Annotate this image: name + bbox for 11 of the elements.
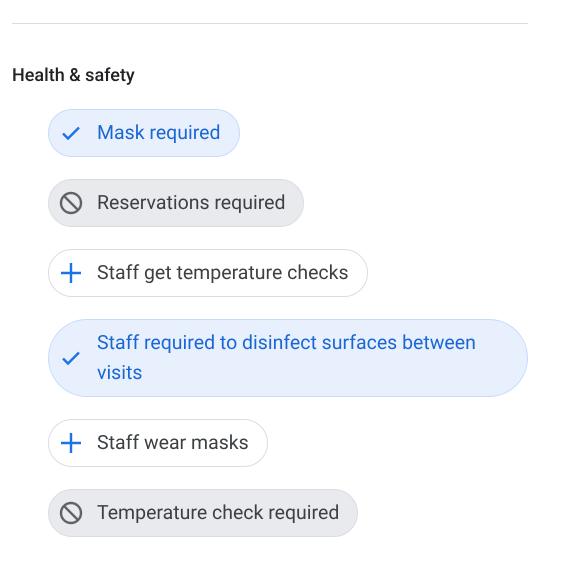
- attribute-chip[interactable]: Staff get temperature checks: [48, 249, 368, 297]
- attribute-chip[interactable]: Mask required: [48, 109, 240, 157]
- plus-icon: [59, 261, 83, 285]
- section-heading: Health & safety: [12, 64, 136, 88]
- plus-icon: [59, 431, 83, 455]
- prohibited-icon: [59, 501, 83, 525]
- attribute-chip[interactable]: Staff required to disinfect surfaces between visits: [48, 319, 528, 397]
- attribute-chip[interactable]: Temperature check required: [48, 489, 358, 537]
- prohibited-icon: [59, 191, 83, 215]
- attribute-chip[interactable]: Reservations required: [48, 179, 304, 227]
- attribute-chip[interactable]: Staff wear masks: [48, 419, 268, 467]
